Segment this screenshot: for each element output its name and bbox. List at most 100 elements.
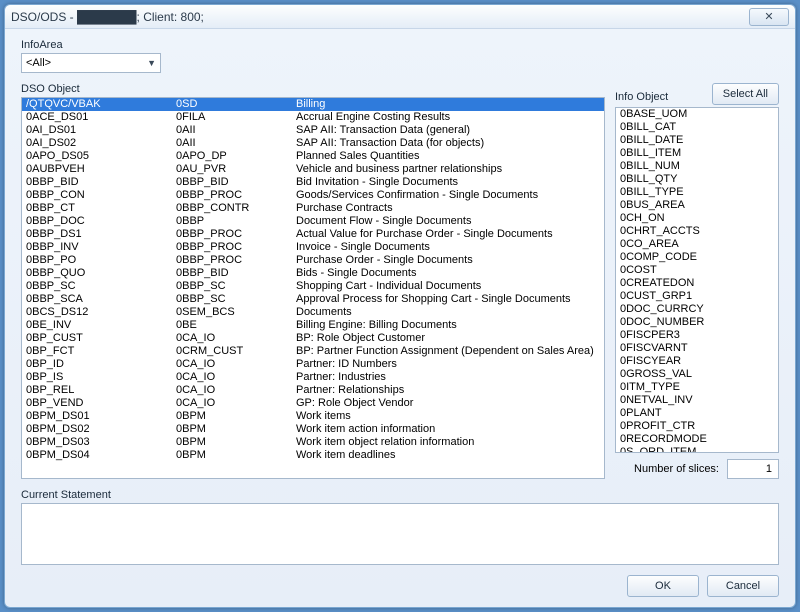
dso-col-desc: Approval Process for Shopping Cart - Sin… bbox=[296, 293, 600, 306]
dso-row[interactable]: 0BBP_CON0BBP_PROCGoods/Services Confirma… bbox=[22, 189, 604, 202]
dso-row[interactable]: 0BBP_CT0BBP_CONTRPurchase Contracts bbox=[22, 202, 604, 215]
dso-row[interactable]: 0AI_DS020AIISAP AII: Transaction Data (f… bbox=[22, 137, 604, 150]
info-row[interactable]: 0PLANT bbox=[616, 407, 778, 420]
slices-input[interactable] bbox=[727, 459, 779, 479]
info-row[interactable]: 0ITM_TYPE bbox=[616, 381, 778, 394]
dso-col-name: 0BBP_SC bbox=[26, 280, 176, 293]
statement-label: Current Statement bbox=[21, 489, 779, 501]
info-row[interactable]: 0CHRT_ACCTS bbox=[616, 225, 778, 238]
dso-row[interactable]: 0BBP_SCA0BBP_SCApproval Process for Shop… bbox=[22, 293, 604, 306]
info-row[interactable]: 0FISCPER3 bbox=[616, 329, 778, 342]
dso-row[interactable]: 0BBP_INV0BBP_PROCInvoice - Single Docume… bbox=[22, 241, 604, 254]
dso-col-group: 0AII bbox=[176, 124, 296, 137]
dso-col-group: 0BPM bbox=[176, 449, 296, 462]
dso-row[interactable]: /QTQVC/VBAK0SDBilling bbox=[22, 98, 604, 111]
dso-col-group: 0FILA bbox=[176, 111, 296, 124]
dso-col-desc: Billing Engine: Billing Documents bbox=[296, 319, 600, 332]
dso-col-group: 0BBP_BID bbox=[176, 267, 296, 280]
statement-box[interactable] bbox=[21, 503, 779, 565]
info-list[interactable]: 0BASE_UOM0BILL_CAT0BILL_DATE0BILL_ITEM0B… bbox=[615, 107, 779, 453]
dso-list[interactable]: /QTQVC/VBAK0SDBilling0ACE_DS010FILAAccru… bbox=[21, 97, 605, 479]
dso-col-desc: Work item object relation information bbox=[296, 436, 600, 449]
infoarea-label: InfoArea bbox=[21, 39, 779, 51]
dso-row[interactable]: 0BP_FCT0CRM_CUSTBP: Partner Function Ass… bbox=[22, 345, 604, 358]
dso-row[interactable]: 0BP_CUST0CA_IOBP: Role Object Customer bbox=[22, 332, 604, 345]
info-row[interactable]: 0DOC_NUMBER bbox=[616, 316, 778, 329]
dso-col-desc: Partner: Relationships bbox=[296, 384, 600, 397]
dso-row[interactable]: 0BBP_QUO0BBP_BIDBids - Single Documents bbox=[22, 267, 604, 280]
dso-row[interactable]: 0BBP_DOC0BBPDocument Flow - Single Docum… bbox=[22, 215, 604, 228]
info-row[interactable]: 0S_ORD_ITEM bbox=[616, 446, 778, 453]
info-row[interactable]: 0BILL_TYPE bbox=[616, 186, 778, 199]
dso-col-group: 0BBP_PROC bbox=[176, 241, 296, 254]
cancel-label: Cancel bbox=[726, 580, 760, 592]
info-row[interactable]: 0CH_ON bbox=[616, 212, 778, 225]
info-row[interactable]: 0BUS_AREA bbox=[616, 199, 778, 212]
dso-row[interactable]: 0BP_ID0CA_IOPartner: ID Numbers bbox=[22, 358, 604, 371]
infoarea-dropdown[interactable]: <All> ▼ bbox=[21, 53, 161, 73]
dso-row[interactable]: 0BP_VEND0CA_IOGP: Role Object Vendor bbox=[22, 397, 604, 410]
info-row[interactable]: 0COMP_CODE bbox=[616, 251, 778, 264]
close-button[interactable]: ✕ bbox=[749, 8, 789, 26]
dso-row[interactable]: 0BP_IS0CA_IOPartner: Industries bbox=[22, 371, 604, 384]
dso-col-group: 0SEM_BCS bbox=[176, 306, 296, 319]
info-row[interactable]: 0BILL_ITEM bbox=[616, 147, 778, 160]
info-row[interactable]: 0CO_AREA bbox=[616, 238, 778, 251]
dso-label: DSO Object bbox=[21, 83, 605, 95]
info-row[interactable]: 0NETVAL_INV bbox=[616, 394, 778, 407]
dso-row[interactable]: 0BPM_DS030BPMWork item object relation i… bbox=[22, 436, 604, 449]
dso-col-name: 0BBP_CON bbox=[26, 189, 176, 202]
dso-row[interactable]: 0BBP_SC0BBP_SCShopping Cart - Individual… bbox=[22, 280, 604, 293]
dso-row[interactable]: 0BPM_DS020BPMWork item action informatio… bbox=[22, 423, 604, 436]
info-row[interactable]: 0GROSS_VAL bbox=[616, 368, 778, 381]
dso-col-desc: Work item action information bbox=[296, 423, 600, 436]
info-row[interactable]: 0PROFIT_CTR bbox=[616, 420, 778, 433]
ok-button[interactable]: OK bbox=[627, 575, 699, 597]
dso-row[interactable]: 0AUBPVEH0AU_PVRVehicle and business part… bbox=[22, 163, 604, 176]
dso-row[interactable]: 0ACE_DS010FILAAccrual Engine Costing Res… bbox=[22, 111, 604, 124]
dso-row[interactable]: 0BPM_DS040BPMWork item deadlines bbox=[22, 449, 604, 462]
cancel-button[interactable]: Cancel bbox=[707, 575, 779, 597]
dso-row[interactable]: 0BBP_PO0BBP_PROCPurchase Order - Single … bbox=[22, 254, 604, 267]
dso-row[interactable]: 0APO_DS050APO_DPPlanned Sales Quantities bbox=[22, 150, 604, 163]
dso-row[interactable]: 0BBP_BID0BBP_BIDBid Invitation - Single … bbox=[22, 176, 604, 189]
ok-label: OK bbox=[655, 580, 671, 592]
dso-col-name: 0BPM_DS03 bbox=[26, 436, 176, 449]
dso-col-name: 0BP_IS bbox=[26, 371, 176, 384]
info-row[interactable]: 0BILL_DATE bbox=[616, 134, 778, 147]
dso-col-name: 0BP_FCT bbox=[26, 345, 176, 358]
info-row[interactable]: 0FISCYEAR bbox=[616, 355, 778, 368]
dso-col-group: 0AII bbox=[176, 137, 296, 150]
dso-row[interactable]: 0BE_INV0BEBilling Engine: Billing Docume… bbox=[22, 319, 604, 332]
dso-col-group: 0BPM bbox=[176, 436, 296, 449]
dso-col-desc: Partner: ID Numbers bbox=[296, 358, 600, 371]
dso-row[interactable]: 0AI_DS010AIISAP AII: Transaction Data (g… bbox=[22, 124, 604, 137]
info-row[interactable]: 0BILL_CAT bbox=[616, 121, 778, 134]
select-all-button[interactable]: Select All bbox=[712, 83, 779, 105]
dso-row[interactable]: 0BPM_DS010BPMWork items bbox=[22, 410, 604, 423]
dso-col-desc: Actual Value for Purchase Order - Single… bbox=[296, 228, 600, 241]
info-row[interactable]: 0CREATEDON bbox=[616, 277, 778, 290]
dso-col-desc: Document Flow - Single Documents bbox=[296, 215, 600, 228]
dso-col-desc: BP: Partner Function Assignment (Depende… bbox=[296, 345, 600, 358]
dso-col-desc: Partner: Industries bbox=[296, 371, 600, 384]
dso-row[interactable]: 0BCS_DS120SEM_BCSDocuments bbox=[22, 306, 604, 319]
info-row[interactable]: 0CUST_GRP1 bbox=[616, 290, 778, 303]
dso-col-name: 0BBP_DS1 bbox=[26, 228, 176, 241]
info-row[interactable]: 0COST bbox=[616, 264, 778, 277]
dso-col-name: 0BBP_PO bbox=[26, 254, 176, 267]
dso-col-name: 0BCS_DS12 bbox=[26, 306, 176, 319]
dso-col-group: 0CA_IO bbox=[176, 384, 296, 397]
footer-buttons: OK Cancel bbox=[21, 575, 779, 597]
info-row[interactable]: 0BILL_QTY bbox=[616, 173, 778, 186]
info-row[interactable]: 0RECORDMODE bbox=[616, 433, 778, 446]
close-icon: ✕ bbox=[764, 10, 773, 23]
info-row[interactable]: 0BASE_UOM bbox=[616, 108, 778, 121]
info-row[interactable]: 0BILL_NUM bbox=[616, 160, 778, 173]
info-row[interactable]: 0FISCVARNT bbox=[616, 342, 778, 355]
dso-col-name: 0AUBPVEH bbox=[26, 163, 176, 176]
dso-col-name: 0BP_VEND bbox=[26, 397, 176, 410]
info-row[interactable]: 0DOC_CURRCY bbox=[616, 303, 778, 316]
dso-row[interactable]: 0BP_REL0CA_IOPartner: Relationships bbox=[22, 384, 604, 397]
dso-row[interactable]: 0BBP_DS10BBP_PROCActual Value for Purcha… bbox=[22, 228, 604, 241]
